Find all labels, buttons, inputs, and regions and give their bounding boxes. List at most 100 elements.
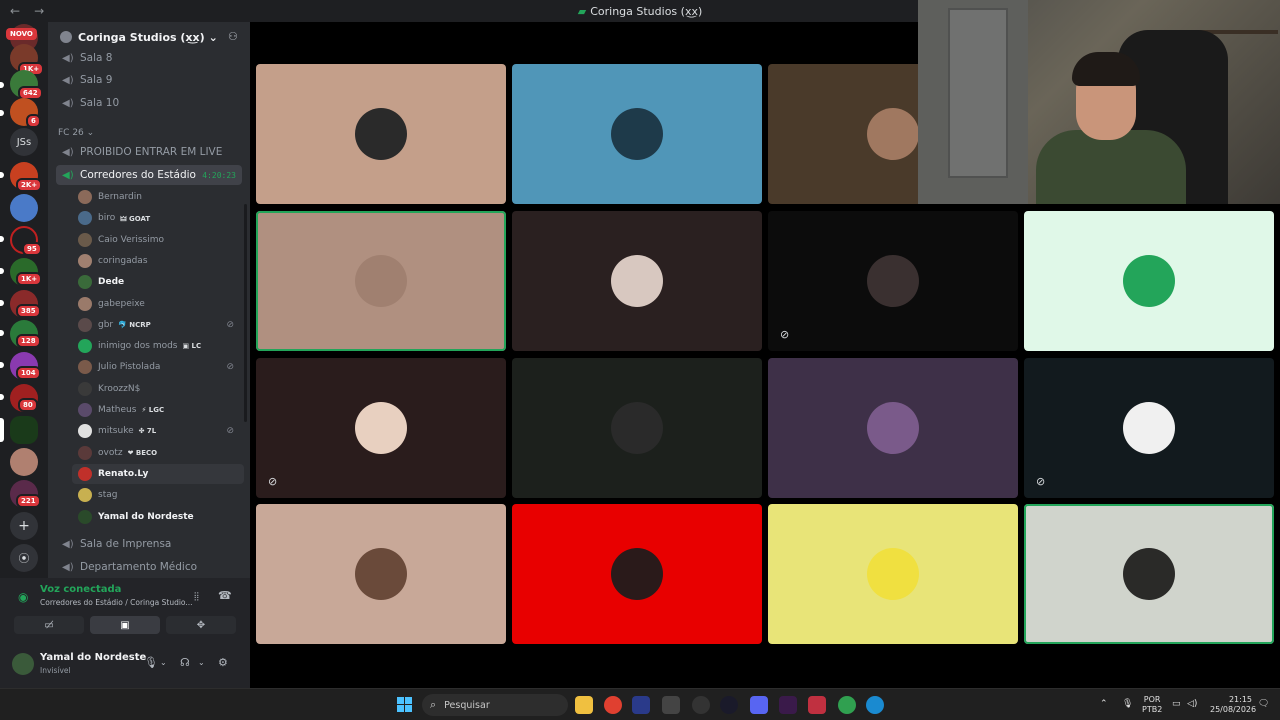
scrollbar[interactable] [244, 204, 247, 422]
discover-icon[interactable]: ⦿ [10, 544, 38, 572]
voice-member[interactable]: gabepeixe [78, 294, 244, 314]
language-indicator[interactable]: POR PTB2 [1142, 695, 1162, 715]
gear-icon[interactable]: ⚙ [218, 656, 228, 669]
disconnect-icon[interactable]: ☎ [218, 589, 232, 602]
mic-muted-icon: ⊘ [226, 362, 234, 373]
voice-channel-sala-9[interactable]: ◀) Sala 9 [56, 70, 242, 90]
voice-channel-live[interactable]: ◀) PROIBIDO ENTRAR EM LIVE [56, 142, 242, 162]
participant-tile[interactable] [512, 504, 762, 644]
avatar [78, 403, 92, 417]
username[interactable]: Yamal do Nordeste [40, 652, 146, 663]
server-js[interactable]: JSs [10, 128, 38, 156]
voice-member[interactable]: gbr 🐬 NCRP ⊘ [78, 315, 244, 335]
invite-people-icon[interactable]: ⚇ [228, 30, 242, 44]
server-icon[interactable] [10, 194, 38, 222]
discord-icon[interactable] [750, 696, 768, 714]
voice-member[interactable]: Renato.Ly [72, 463, 244, 484]
participant-tile[interactable]: ⊘ [1024, 358, 1274, 498]
voice-channel-active[interactable]: ◀) Corredores do Estádio 4:20:23 [56, 165, 242, 185]
server-icon[interactable] [10, 448, 38, 476]
server-icon[interactable]: 95 [10, 226, 42, 256]
participant-tile[interactable] [512, 211, 762, 351]
member-name: KroozzN$ [98, 383, 141, 394]
clock[interactable]: 21:15 25/08/2026 [1210, 695, 1256, 715]
edge-icon[interactable] [866, 696, 884, 714]
notification-icon[interactable]: 🗨 [1258, 699, 1269, 709]
windows-start-icon[interactable] [397, 697, 412, 712]
network-icon[interactable]: ▭ [1172, 699, 1181, 709]
participant-tile[interactable]: ⊘ [256, 358, 506, 498]
voice-member[interactable]: inimigo dos mods ▣ LC [78, 336, 244, 356]
voice-channel-sala-10[interactable]: ◀) Sala 10 [56, 93, 242, 113]
chrome-icon[interactable] [604, 696, 622, 714]
avatar[interactable] [12, 653, 34, 675]
participant-avatar [611, 108, 663, 160]
chevron-down-icon[interactable]: ⌄ [198, 658, 205, 667]
voice-member[interactable]: mitsuke ✤ 7L ⊘ [78, 421, 244, 441]
participant-tile[interactable] [256, 64, 506, 204]
participant-tile[interactable] [1024, 211, 1274, 351]
app-icon[interactable] [808, 696, 826, 714]
participant-tile[interactable] [768, 504, 1018, 644]
taskbar-search[interactable]: ⌕ Pesquisar [422, 694, 568, 716]
voice-status: Voz conectada [40, 584, 122, 595]
voice-member[interactable]: Bernardin [78, 187, 244, 207]
server-icon[interactable]: 1K+ [10, 44, 45, 76]
voice-member[interactable]: Julio Pistolada ⊘ [78, 357, 244, 377]
server-icon[interactable]: 80 [10, 384, 38, 412]
noise-suppression-icon[interactable]: ⦙⦙ [194, 590, 199, 604]
voice-channel-path[interactable]: Corredores do Estádio / Coringa Studio..… [40, 598, 193, 607]
server-icon[interactable]: 6 [10, 98, 41, 128]
obs-icon[interactable] [692, 696, 710, 714]
voice-member[interactable]: Caio Verissimo [78, 230, 244, 250]
chrome-profile-icon[interactable] [838, 696, 856, 714]
app-icon[interactable] [662, 696, 680, 714]
participant-tile[interactable] [768, 358, 1018, 498]
participant-tile[interactable] [1024, 504, 1274, 644]
app-icon[interactable] [720, 696, 738, 714]
chevron-down-icon[interactable]: ⌄ [160, 658, 167, 667]
screen-share-button[interactable]: ▣ [90, 616, 160, 634]
server-icon-current[interactable] [10, 416, 38, 444]
volume-icon[interactable]: ◁) [1187, 699, 1197, 709]
voice-member[interactable]: biro 🜲 GOAT [78, 208, 244, 228]
unread-pip [0, 300, 4, 306]
server-icon[interactable]: 104 [10, 352, 41, 380]
voice-member[interactable]: Yamal do Nordeste [78, 507, 244, 527]
camera-toggle-button[interactable]: ▭̸ [14, 616, 84, 634]
server-icon[interactable]: 2K+ [10, 162, 43, 192]
app-icon[interactable] [779, 696, 797, 714]
chevron-up-icon[interactable]: ⌃ [1100, 699, 1108, 709]
mic-muted-icon: ⊘ [226, 426, 234, 437]
voice-channel-medico[interactable]: ◀) Departamento Médico [56, 557, 242, 577]
participant-tile[interactable] [256, 504, 506, 644]
participant-tile[interactable] [512, 64, 762, 204]
server-icon[interactable]: 128 [10, 320, 41, 348]
voice-member[interactable]: ovotz ❤ BECO [78, 443, 244, 463]
voice-channel-sala-8[interactable]: ◀) Sala 8 [56, 48, 242, 68]
headphones-icon[interactable]: ☊ [180, 656, 190, 669]
app-icon[interactable] [632, 696, 650, 714]
participant-tile[interactable]: ⊘ [768, 211, 1018, 351]
search-icon: ⌕ [430, 698, 437, 711]
server-icon[interactable]: 642 [10, 70, 43, 100]
server-icon[interactable]: 385 [10, 290, 41, 318]
member-name: gbr [98, 319, 114, 330]
voice-channel-imprensa[interactable]: ◀) Sala de Imprensa [56, 534, 242, 554]
file-explorer-icon[interactable] [575, 696, 593, 714]
participant-tile[interactable] [512, 358, 762, 498]
add-server-icon[interactable]: + [10, 512, 38, 540]
activities-button[interactable]: ✥ [166, 616, 236, 634]
voice-member[interactable]: KroozzN$ [78, 379, 244, 399]
server-icon[interactable]: 1K+ [10, 258, 43, 286]
unread-pip [0, 394, 4, 400]
server-icon[interactable]: 221 [10, 480, 41, 508]
voice-member[interactable]: Matheus ⚡ LGC [78, 400, 244, 420]
participant-tile[interactable] [256, 211, 506, 351]
category-fc26[interactable]: FC 26 ⌄ [58, 128, 94, 138]
microphone-tray-icon[interactable]: 🎙 [1122, 699, 1133, 709]
voice-member[interactable]: coringadas [78, 251, 244, 271]
voice-member[interactable]: stag [78, 485, 244, 505]
voice-member[interactable]: Dede [78, 272, 244, 292]
microphone-icon[interactable]: 🎙 [144, 656, 158, 669]
